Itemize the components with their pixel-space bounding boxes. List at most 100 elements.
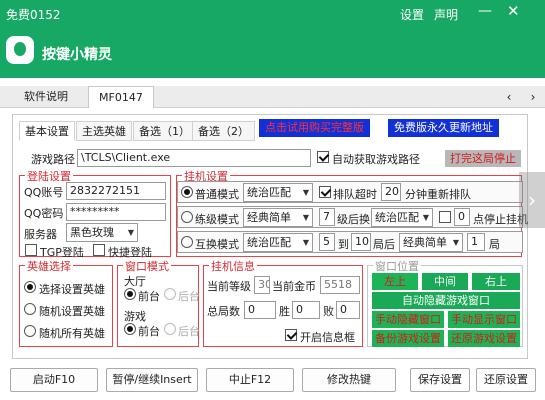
settings-button[interactable]: 设置 — [400, 6, 424, 23]
chevron-right-icon[interactable]: › — [519, 172, 545, 228]
auto-hide-window-button[interactable]: 自动隐藏游戏窗口 — [372, 292, 520, 309]
normal-mode-label: 普通模式 — [195, 188, 239, 201]
lose-label: 败 — [323, 305, 334, 318]
auto-path-checkbox[interactable] — [317, 151, 329, 163]
qq-input[interactable]: 2832272151 — [66, 182, 166, 200]
tab-next-icon[interactable]: › — [526, 89, 540, 105]
stop-after-round-button[interactable]: 打完这局停止 — [445, 150, 521, 167]
hero-group-title: 英雄选择 — [25, 258, 73, 274]
swap-mode-radio[interactable] — [181, 236, 193, 248]
win-value: 0 — [292, 301, 320, 319]
game-label: 游戏 — [124, 310, 146, 323]
open-info-label: 开启信息框 — [300, 331, 355, 344]
level-switch-select[interactable]: 统治匹配 ▼ — [371, 208, 433, 227]
server-select-value: 黑色玫瑰 — [70, 226, 114, 239]
leveling-mode-select-value: 经典简单 — [247, 211, 291, 224]
normal-mode-select-value: 统治匹配 — [247, 186, 291, 199]
chevron-down-icon: ▼ — [127, 228, 134, 237]
queue-timeout-label: 排队超时 — [333, 188, 377, 201]
hall-back-radio[interactable] — [164, 288, 176, 300]
gold-label: 当前金币 — [272, 280, 316, 293]
pause-resume-button[interactable]: 暂停/继续Insert — [106, 368, 198, 392]
start-button[interactable]: 启动F10 — [10, 368, 98, 392]
chevron-down-icon: ▼ — [302, 213, 309, 222]
password-input[interactable]: ********* — [66, 203, 166, 221]
game-back-radio[interactable] — [164, 323, 176, 335]
normal-mode-select[interactable]: 统治匹配 ▼ — [243, 183, 313, 202]
hall-front-label: 前台 — [138, 290, 160, 303]
position-top-right-button[interactable]: 右上 — [472, 273, 520, 290]
win-label: 胜 — [279, 305, 290, 318]
manual-hide-window-button[interactable]: 手动隐藏窗口 — [372, 311, 444, 328]
game-back-label: 后台 — [178, 325, 200, 338]
chevron-down-icon: ▼ — [452, 238, 459, 247]
login-group: 登陆设置 QQ账号 2832272151 QQ密码 ********* 服务器 … — [19, 168, 171, 259]
password-label: QQ密码 — [24, 207, 64, 220]
tab-main-hero[interactable]: 主选英雄 — [76, 121, 132, 141]
level-input[interactable]: 7 — [319, 208, 335, 226]
level-label: 当前等级 — [207, 280, 251, 293]
swap-count-input[interactable]: 1 — [467, 233, 485, 251]
chevron-down-icon: ▼ — [302, 238, 309, 247]
swap-mode-select[interactable]: 统治匹配 ▼ — [243, 233, 313, 252]
hero-random-all-label: 随机所有英雄 — [39, 327, 105, 340]
tgp-checkbox[interactable] — [25, 244, 37, 256]
restore-settings-button[interactable]: 还原设置 — [476, 368, 536, 392]
tab-mf0147[interactable]: MF0147 — [88, 86, 154, 108]
queue-timeout-input[interactable]: 20 — [381, 183, 401, 201]
swap-from-input[interactable]: 5 — [319, 233, 335, 251]
title-bar — [0, 0, 545, 78]
open-info-checkbox[interactable] — [285, 329, 297, 341]
level-after-label: 级后换 — [337, 213, 370, 226]
hero-select-set-label: 选择设置英雄 — [39, 283, 105, 296]
normal-mode-radio[interactable] — [181, 186, 193, 198]
hero-random-set-label: 随机设置英雄 — [39, 305, 105, 318]
minimize-icon[interactable]: — — [478, 3, 492, 19]
close-icon[interactable]: ✕ — [507, 2, 520, 20]
tab-prev-icon[interactable]: ‹ — [502, 89, 516, 105]
tab-basic-settings[interactable]: 基本设置 — [19, 121, 75, 141]
save-settings-button[interactable]: 保存设置 — [410, 368, 470, 392]
statement-button[interactable]: 声明 — [434, 6, 458, 23]
hero-random-set-radio[interactable] — [24, 303, 36, 315]
requeue-label: 分钟重新排队 — [405, 188, 471, 201]
swap-count-label: 局 — [489, 238, 500, 251]
hall-front-radio[interactable] — [124, 288, 136, 300]
server-select[interactable]: 黑色玫瑰 ▼ — [66, 223, 138, 242]
tab-backup-1[interactable]: 备选（1） — [133, 121, 196, 141]
stop-hangup-input[interactable]: 0 — [454, 208, 470, 226]
qq-label: QQ账号 — [24, 186, 64, 199]
hero-select-set-radio[interactable] — [24, 281, 36, 293]
backup-game-settings-button[interactable]: 备份游戏设置 — [372, 330, 444, 347]
restore-game-settings-button[interactable]: 还原游戏设置 — [448, 330, 520, 347]
position-top-left-button[interactable]: 左上 — [372, 273, 418, 290]
stop-hangup-checkbox[interactable] — [439, 211, 451, 223]
hero-random-all-radio[interactable] — [24, 325, 36, 337]
quick-login-checkbox[interactable] — [93, 244, 105, 256]
tab-backup-2[interactable]: 备选（2） — [192, 121, 255, 141]
tab-readme[interactable]: 软件说明 — [14, 86, 78, 108]
game-path-label: 游戏路径 — [31, 153, 75, 166]
hero-group: 英雄选择 选择设置英雄 随机设置英雄 随机所有英雄 — [19, 258, 113, 347]
info-group-title: 挂机信息 — [209, 258, 257, 274]
game-path-input[interactable]: \TCLS\Client.exe — [77, 149, 311, 167]
game-front-radio[interactable] — [124, 323, 136, 335]
leveling-mode-radio[interactable] — [181, 211, 193, 223]
queue-timeout-checkbox[interactable] — [319, 186, 331, 198]
abort-button[interactable]: 中止F12 — [206, 368, 294, 392]
swap-mode-label: 互换模式 — [195, 238, 239, 251]
chevron-down-icon: ▼ — [302, 188, 309, 197]
lose-value: 0 — [336, 301, 360, 319]
swap-target-select[interactable]: 经典简单 ▼ — [399, 233, 463, 252]
leveling-mode-select[interactable]: 经典简单 ▼ — [243, 208, 313, 227]
level-value: 30 — [254, 276, 270, 294]
swap-to-label: 到 — [338, 238, 349, 251]
position-center-button[interactable]: 中间 — [422, 273, 468, 290]
free-update-link[interactable]: 免费版永久更新地址 — [388, 119, 499, 137]
buy-banner-link[interactable]: 点击试用购买完整版 — [259, 119, 370, 137]
swap-after-label: 局后 — [373, 238, 395, 251]
change-hotkey-button[interactable]: 修改热键 — [302, 368, 396, 392]
swap-to-input[interactable]: 10 — [351, 233, 371, 251]
hall-label: 大厅 — [124, 275, 146, 288]
manual-show-window-button[interactable]: 手动显示窗口 — [448, 311, 520, 328]
